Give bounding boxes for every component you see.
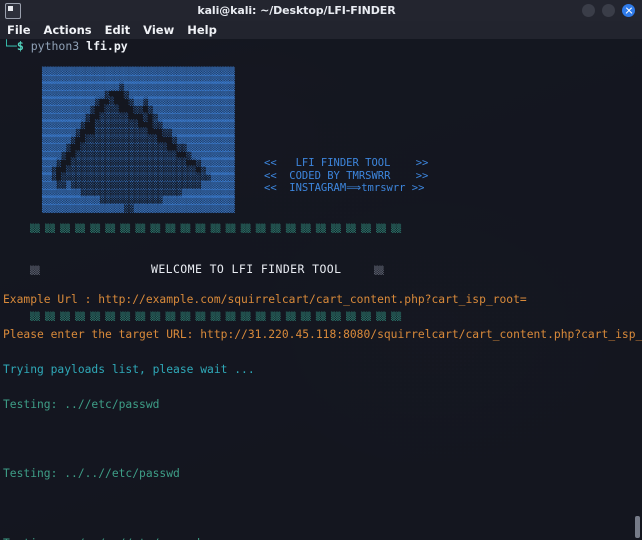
log-example-url: Example Url : http://example.com/squirre… [3,293,527,307]
log-test-line: Testing: ../..//etc/passwd [3,467,180,481]
menubar: File Actions Edit View Help [0,21,642,39]
welcome-bar-top: ▒▒ ▒▒ ▒▒ ▒▒ ▒▒ ▒▒ ▒▒ ▒▒ ▒▒ ▒▒ ▒▒ ▒▒ ▒▒ ▒… [30,224,402,233]
prompt-argument: lfi.py [86,39,128,53]
output-log: Example Url : http://example.com/squirre… [3,271,642,540]
credit-line-tool: << LFI FINDER TOOL >> [264,157,429,169]
window-titlebar[interactable]: kali@kali: ~/Desktop/LFI-FINDER [0,0,642,22]
maximize-button[interactable] [602,4,615,17]
menu-item-help[interactable]: Help [187,23,217,37]
menu-item-file[interactable]: File [7,23,31,37]
terminal-icon [5,2,21,19]
window-controls [582,4,635,17]
terminal-content[interactable]: └─$ python3 lfi.py ▒▒▒▒▒▒▒▒▒▒▒▒▒▒▒▒▒▒▒▒▒… [0,39,642,540]
window-title: kali@kali: ~/Desktop/LFI-FINDER [197,4,396,17]
log-target-prompt: Please enter the target URL: http://31.2… [3,327,642,341]
shell-prompt-line: └─$ python3 lfi.py [3,39,128,53]
terminal-scrollbar-thumb[interactable] [635,516,640,538]
menu-item-actions[interactable]: Actions [44,23,92,37]
menu-item-edit[interactable]: Edit [105,23,131,37]
prompt-dollar-icon: $ [16,39,24,53]
credit-line-instagram: << INSTAGRAM⟹tmrswrr >> [264,182,425,194]
terminal-window: kali@kali: ~/Desktop/LFI-FINDER File Act… [0,0,642,540]
log-trying-status: Trying payloads list, please wait ... [3,362,255,376]
prompt-command: python3 [30,39,80,53]
log-test-line: Testing: ..//etc/passwd [3,397,160,411]
prompt-corner-glyph: └─ [3,39,17,53]
ascii-art-logo: ▒▒▒▒▒▒▒▒▒▒▒▒▒▒▒▒▒▒▒▒▒▒▒▒▒▒▒▒▒▒▒▒▒▒▒▒▒▒▒▒… [42,67,235,213]
close-button[interactable] [622,4,635,17]
credits-block: << LFI FINDER TOOL >> << CODED BY TMRSWR… [264,157,428,195]
log-blank-line [3,433,642,445]
credit-line-author: << CODED BY TMRSWRR >> [264,169,429,182]
minimize-button[interactable] [582,4,595,17]
menu-item-view[interactable]: View [143,23,174,37]
log-blank-line [3,503,642,515]
